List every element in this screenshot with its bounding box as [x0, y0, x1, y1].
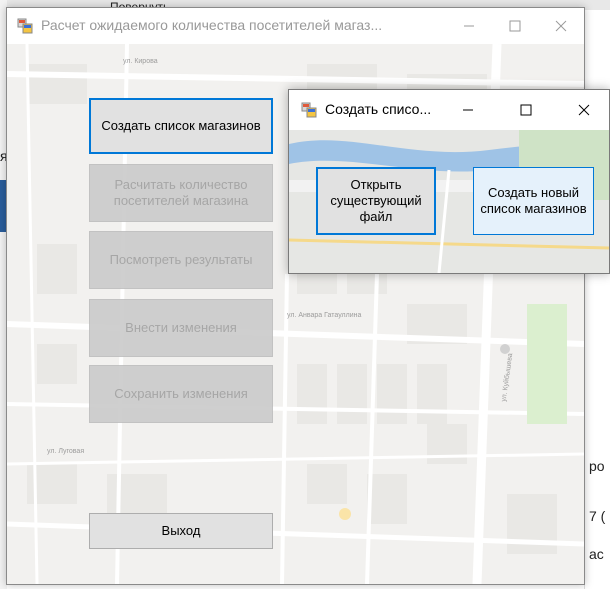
close-icon [578, 104, 590, 116]
view-results-button[interactable]: Посмотреть результаты [89, 231, 273, 289]
minimize-button[interactable] [446, 8, 492, 44]
background-right-text-2: 7 ( [589, 508, 606, 524]
dialog-title: Создать списо... [325, 101, 432, 117]
dialog-client-area: Открыть существующий файл Создать новый … [289, 130, 609, 273]
edit-button[interactable]: Внести изменения [89, 299, 273, 357]
background-right-text-1: ро [589, 458, 605, 474]
maximize-icon [520, 104, 532, 116]
maximize-icon [509, 20, 521, 32]
background-right-text-3: ас [589, 546, 604, 562]
create-store-list-button[interactable]: Создать список магазинов [89, 98, 273, 154]
main-window-title: Расчет ожидаемого количества посетителей… [41, 17, 383, 33]
exit-button[interactable]: Выход [89, 513, 273, 549]
close-icon [555, 20, 567, 32]
dialog-app-icon [301, 102, 317, 118]
minimize-icon [463, 109, 473, 111]
dialog-close-button[interactable] [561, 90, 607, 130]
background-right-panel: ро 7 ( ас [584, 270, 610, 589]
calculate-visitors-button[interactable]: Расчитать количество посетителей магазин… [89, 164, 273, 222]
dialog-maximize-button[interactable] [503, 90, 549, 130]
app-icon [17, 18, 33, 34]
open-existing-file-button[interactable]: Открыть существующий файл [316, 167, 436, 235]
maximize-button[interactable] [492, 8, 538, 44]
close-button[interactable] [538, 8, 584, 44]
minimize-icon [464, 25, 474, 27]
save-changes-button[interactable]: Сохранить изменения [89, 365, 273, 423]
main-titlebar[interactable]: Расчет ожидаемого количества посетителей… [7, 8, 584, 44]
dialog-minimize-button[interactable] [445, 90, 491, 130]
dialog-titlebar[interactable]: Создать списо... [289, 90, 609, 130]
create-new-list-button[interactable]: Создать новый список магазинов [473, 167, 594, 235]
create-list-dialog: Создать списо... Открыть существующий фа… [288, 89, 610, 274]
